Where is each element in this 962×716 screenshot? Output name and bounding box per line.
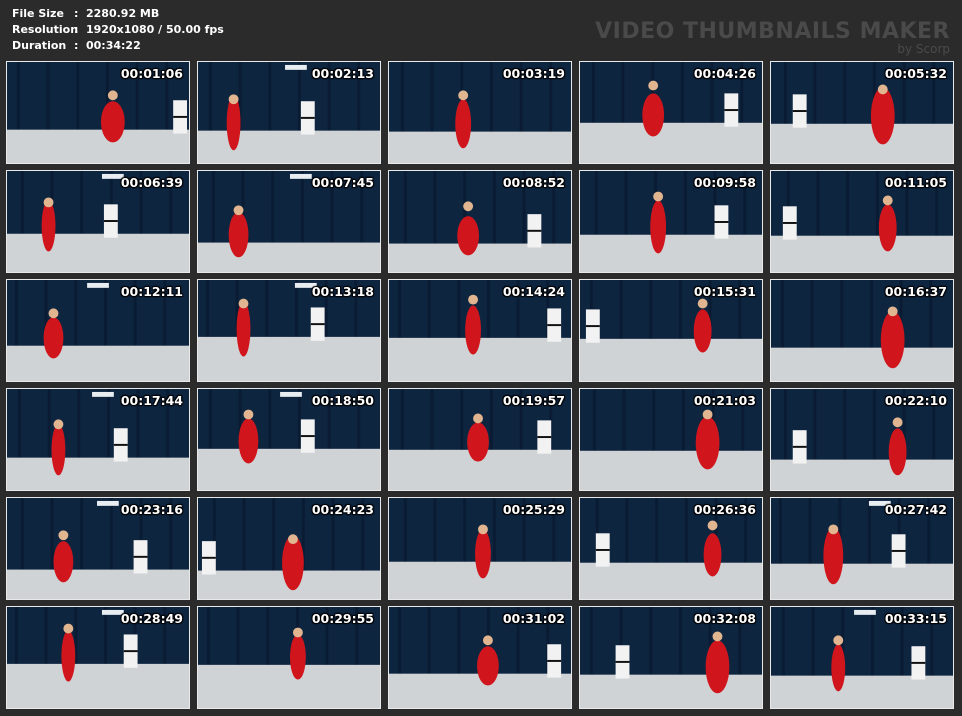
video-thumbnail[interactable]: 00:04:26 xyxy=(579,61,763,164)
file-size-row: File Size : 2280.92 MB xyxy=(12,6,224,22)
thumbnail-timestamp: 00:01:06 xyxy=(120,66,183,81)
video-thumbnail[interactable]: 00:26:36 xyxy=(579,497,763,600)
thumbnail-timestamp: 00:06:39 xyxy=(120,175,183,190)
thumbnail-timestamp: 00:07:45 xyxy=(311,175,374,190)
thumbnail-timestamp: 00:02:13 xyxy=(311,66,374,81)
thumbnail-timestamp: 00:29:55 xyxy=(311,611,374,626)
thumbnail-timestamp: 00:11:05 xyxy=(884,175,947,190)
video-thumbnail[interactable]: 00:11:05 xyxy=(770,170,954,273)
header: File Size : 2280.92 MB Resolution : 1920… xyxy=(0,0,962,60)
video-thumbnail[interactable]: 00:07:45 xyxy=(197,170,381,273)
video-thumbnail[interactable]: 00:19:57 xyxy=(388,388,572,491)
thumbnail-timestamp: 00:32:08 xyxy=(693,611,756,626)
video-thumbnail[interactable]: 00:21:03 xyxy=(579,388,763,491)
thumbnail-timestamp: 00:25:29 xyxy=(502,502,565,517)
video-thumbnail[interactable]: 00:25:29 xyxy=(388,497,572,600)
thumbnail-timestamp: 00:12:11 xyxy=(120,284,183,299)
video-thumbnail[interactable]: 00:12:11 xyxy=(6,279,190,382)
video-thumbnail[interactable]: 00:08:52 xyxy=(388,170,572,273)
thumbnail-grid: 00:01:06 00:02:13 00:03:19 00:04:26 00:05:32… xyxy=(6,61,956,711)
video-thumbnail[interactable]: 00:09:58 xyxy=(579,170,763,273)
separator: : xyxy=(74,7,79,20)
video-thumbnail[interactable]: 00:06:39 xyxy=(6,170,190,273)
video-thumbnail[interactable]: 00:02:13 xyxy=(197,61,381,164)
thumbnail-timestamp: 00:17:44 xyxy=(120,393,183,408)
thumbnail-timestamp: 00:04:26 xyxy=(693,66,756,81)
thumbnail-timestamp: 00:26:36 xyxy=(693,502,756,517)
thumbnail-timestamp: 00:27:42 xyxy=(884,502,947,517)
video-thumbnail[interactable]: 00:15:31 xyxy=(579,279,763,382)
thumbnail-timestamp: 00:33:15 xyxy=(884,611,947,626)
thumbnail-timestamp: 00:28:49 xyxy=(120,611,183,626)
thumbnail-timestamp: 00:24:23 xyxy=(311,502,374,517)
video-thumbnail[interactable]: 00:17:44 xyxy=(6,388,190,491)
file-size-value: 2280.92 MB xyxy=(86,7,160,20)
brand-watermark: VIDEO THUMBNAILS MAKER by Scorp xyxy=(595,19,950,57)
thumbnail-timestamp: 00:09:58 xyxy=(693,175,756,190)
thumbnail-timestamp: 00:13:18 xyxy=(311,284,374,299)
brand-subtitle: by Scorp xyxy=(897,42,950,56)
duration-row: Duration : 00:34:22 xyxy=(12,38,224,54)
video-thumbnail[interactable]: 00:16:37 xyxy=(770,279,954,382)
resolution-row: Resolution : 1920x1080 / 50.00 fps xyxy=(12,22,224,38)
video-thumbnail[interactable]: 00:22:10 xyxy=(770,388,954,491)
video-thumbnail[interactable]: 00:05:32 xyxy=(770,61,954,164)
thumbnail-timestamp: 00:19:57 xyxy=(502,393,565,408)
thumbnail-timestamp: 00:31:02 xyxy=(502,611,565,626)
video-thumbnail[interactable]: 00:18:50 xyxy=(197,388,381,491)
file-size-label: File Size xyxy=(12,7,64,20)
separator: : xyxy=(74,23,79,36)
thumbnail-timestamp: 00:18:50 xyxy=(311,393,374,408)
video-thumbnail[interactable]: 00:32:08 xyxy=(579,606,763,709)
video-thumbnail[interactable]: 00:01:06 xyxy=(6,61,190,164)
video-thumbnail[interactable]: 00:28:49 xyxy=(6,606,190,709)
video-thumbnail[interactable]: 00:31:02 xyxy=(388,606,572,709)
file-info: File Size : 2280.92 MB Resolution : 1920… xyxy=(12,6,224,54)
thumbnail-timestamp: 00:08:52 xyxy=(502,175,565,190)
video-thumbnail[interactable]: 00:03:19 xyxy=(388,61,572,164)
duration-label: Duration xyxy=(12,39,67,52)
video-thumbnail[interactable]: 00:33:15 xyxy=(770,606,954,709)
video-thumbnail[interactable]: 00:24:23 xyxy=(197,497,381,600)
thumbnail-timestamp: 00:15:31 xyxy=(693,284,756,299)
resolution-label: Resolution xyxy=(12,23,79,36)
brand-title: VIDEO THUMBNAILS MAKER xyxy=(595,19,950,44)
video-thumbnail[interactable]: 00:23:16 xyxy=(6,497,190,600)
video-thumbnail[interactable]: 00:14:24 xyxy=(388,279,572,382)
thumbnail-timestamp: 00:03:19 xyxy=(502,66,565,81)
thumbnail-timestamp: 00:22:10 xyxy=(884,393,947,408)
thumbnail-timestamp: 00:16:37 xyxy=(884,284,947,299)
video-thumbnail[interactable]: 00:29:55 xyxy=(197,606,381,709)
thumbnail-timestamp: 00:05:32 xyxy=(884,66,947,81)
thumbnail-timestamp: 00:21:03 xyxy=(693,393,756,408)
thumbnail-timestamp: 00:23:16 xyxy=(120,502,183,517)
duration-value: 00:34:22 xyxy=(86,39,141,52)
separator: : xyxy=(74,39,79,52)
video-thumbnail[interactable]: 00:27:42 xyxy=(770,497,954,600)
thumbnail-timestamp: 00:14:24 xyxy=(502,284,565,299)
video-thumbnail[interactable]: 00:13:18 xyxy=(197,279,381,382)
resolution-value: 1920x1080 / 50.00 fps xyxy=(86,23,224,36)
